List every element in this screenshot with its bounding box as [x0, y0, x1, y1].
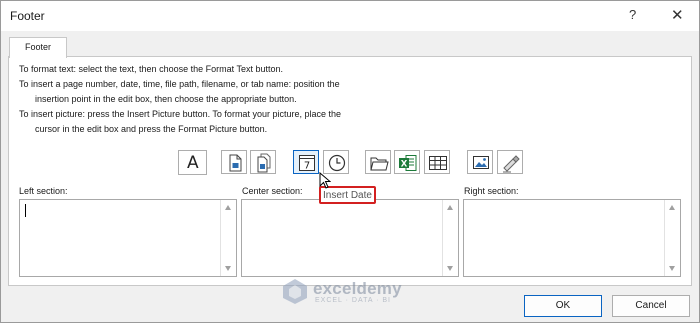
- title-bar: Footer ? ✕: [1, 1, 699, 31]
- mouse-pointer-icon: [319, 172, 331, 189]
- dialog-title: Footer: [10, 9, 45, 23]
- center-section-label: Center section:: [242, 186, 303, 196]
- instruction-line: To format text: select the text, then ch…: [19, 64, 283, 74]
- instruction-line: To insert picture: press the Insert Pict…: [19, 109, 341, 119]
- scroll-up-icon[interactable]: [225, 205, 231, 210]
- right-section-label: Right section:: [464, 186, 519, 196]
- svg-text:X: X: [401, 160, 408, 170]
- watermark-name: exceldemy: [313, 279, 402, 298]
- calendar-icon: 7: [299, 155, 315, 172]
- folder-icon: [370, 157, 389, 171]
- footer-dialog: Footer ? ✕ Footer To format text: select…: [0, 0, 700, 323]
- insert-time-button[interactable]: [323, 150, 349, 174]
- instruction-line: To insert a page number, date, time, fil…: [19, 79, 340, 89]
- number-of-pages-icon: [257, 153, 271, 173]
- left-section-editbox[interactable]: [19, 199, 237, 277]
- scroll-down-icon[interactable]: [447, 266, 453, 271]
- format-picture-icon: [503, 155, 520, 173]
- cancel-button[interactable]: Cancel: [612, 295, 690, 317]
- ok-button[interactable]: OK: [524, 295, 602, 317]
- close-button[interactable]: ✕: [671, 6, 684, 24]
- insert-file-path-button[interactable]: [365, 150, 391, 174]
- scroll-down-icon[interactable]: [669, 266, 675, 271]
- left-section-label: Left section:: [19, 186, 68, 196]
- page-number-icon: [229, 154, 242, 172]
- scroll-up-icon[interactable]: [669, 205, 675, 210]
- instruction-line: insertion point in the edit box, then ch…: [35, 94, 297, 104]
- svg-text:7: 7: [304, 161, 310, 172]
- instruction-line: cursor in the edit box and press the For…: [35, 124, 268, 134]
- picture-icon: [473, 156, 489, 169]
- scroll-up-icon[interactable]: [447, 205, 453, 210]
- watermark-tagline: EXCEL · DATA · BI: [315, 297, 391, 304]
- insert-sheet-name-button[interactable]: [424, 150, 450, 174]
- help-button[interactable]: ?: [629, 7, 636, 22]
- exceldemy-logo-icon: [283, 279, 307, 304]
- insert-date-button[interactable]: 7: [293, 150, 319, 174]
- insert-picture-button[interactable]: [467, 150, 493, 174]
- text-caret: [25, 204, 26, 217]
- format-text-button[interactable]: A: [178, 150, 207, 175]
- tab-footer[interactable]: Footer: [9, 37, 67, 58]
- vertical-scrollbar[interactable]: [442, 200, 458, 276]
- center-section-editbox[interactable]: [241, 199, 459, 277]
- insert-page-number-button[interactable]: [221, 150, 247, 174]
- insert-file-name-button[interactable]: X: [394, 150, 420, 174]
- right-section-editbox[interactable]: [463, 199, 681, 277]
- scroll-down-icon[interactable]: [225, 266, 231, 271]
- vertical-scrollbar[interactable]: [664, 200, 680, 276]
- insert-number-of-pages-button[interactable]: [250, 150, 276, 174]
- exceldemy-watermark: exceldemy EXCEL · DATA · BI: [281, 277, 431, 307]
- vertical-scrollbar[interactable]: [220, 200, 236, 276]
- excel-file-icon: X: [399, 155, 417, 171]
- sheet-icon: [429, 156, 447, 170]
- format-text-icon: A: [187, 153, 199, 173]
- format-picture-button[interactable]: [497, 150, 523, 174]
